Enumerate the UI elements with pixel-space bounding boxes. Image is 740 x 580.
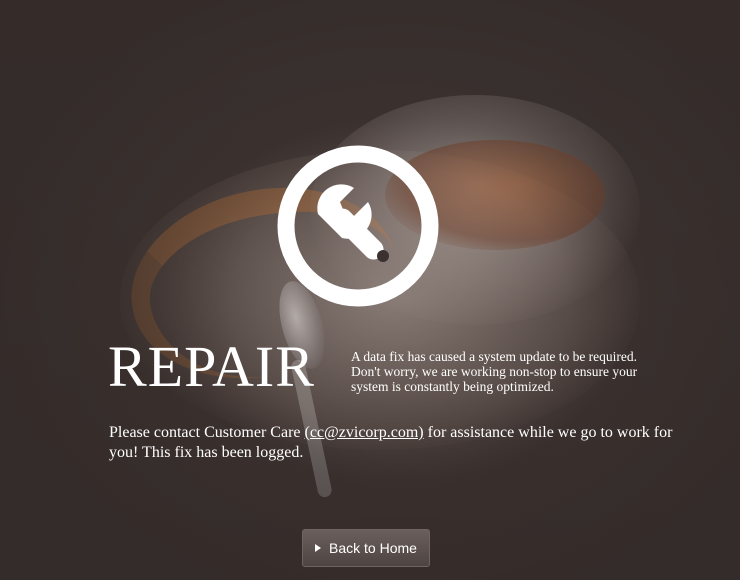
description-line: system is constantly being optimized. bbox=[351, 379, 554, 394]
description-line: A data fix has caused a system update to… bbox=[351, 349, 638, 364]
repair-description: A data fix has caused a system update to… bbox=[351, 349, 691, 394]
back-to-home-label: Back to Home bbox=[329, 540, 417, 556]
contact-message: Please contact Customer Care (cc@zvicorp… bbox=[109, 423, 699, 463]
play-icon bbox=[315, 544, 322, 552]
description-line: Don't worry, we are working non-stop to … bbox=[351, 364, 638, 379]
page-title: REPAIR bbox=[108, 334, 315, 399]
customer-care-email-link[interactable]: (cc@zvicorp.com) bbox=[305, 424, 424, 441]
back-to-home-button[interactable]: Back to Home bbox=[302, 529, 430, 567]
repair-page: REPAIR A data fix has caused a system up… bbox=[0, 0, 740, 580]
contact-text-before: Please contact Customer Care bbox=[109, 424, 305, 441]
wrench-icon bbox=[276, 144, 440, 308]
